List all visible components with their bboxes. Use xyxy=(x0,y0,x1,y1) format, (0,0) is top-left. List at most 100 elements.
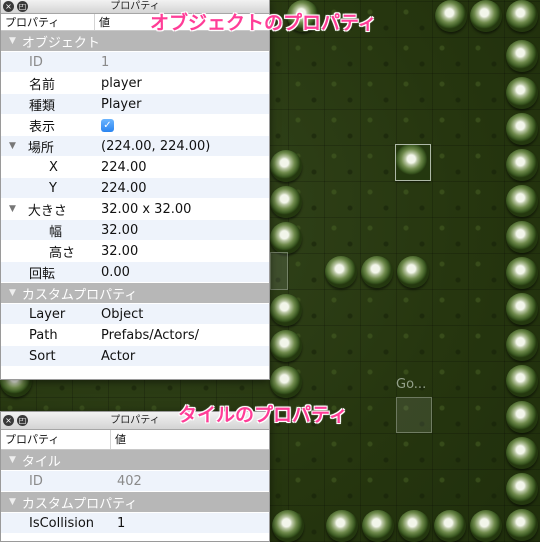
property-row-tile-id: ID 402 xyxy=(1,471,269,492)
bush-tile xyxy=(506,40,538,72)
close-icon[interactable]: × xyxy=(3,415,14,426)
section-tile[interactable]: ▼ タイル xyxy=(1,450,269,471)
property-label: X xyxy=(49,159,58,175)
property-label: 表示 xyxy=(29,119,56,135)
property-label: 場所 xyxy=(27,140,54,156)
window-title: プロパティ xyxy=(110,415,160,426)
bush-tile xyxy=(506,365,538,397)
bush-tile xyxy=(506,77,538,109)
property-label: 幅 xyxy=(49,224,63,240)
disclosure-triangle-icon[interactable]: ▼ xyxy=(9,141,16,151)
section-custom-properties[interactable]: ▼ カスタムプロパティ xyxy=(1,283,269,304)
property-label: Y xyxy=(49,180,57,196)
rotation-field[interactable]: 0.00 xyxy=(95,262,269,282)
property-label: 名前 xyxy=(29,77,56,93)
section-custom-properties[interactable]: ▼ カスタムプロパティ xyxy=(1,492,269,513)
map-object-label: Go... xyxy=(396,377,427,392)
bush-tile xyxy=(435,0,467,32)
bush-tile xyxy=(270,222,302,254)
property-row-rotation[interactable]: 回転 0.00 xyxy=(1,262,269,283)
disclosure-triangle-icon[interactable]: ▼ xyxy=(9,497,16,507)
property-value: 402 xyxy=(117,473,142,489)
width-field[interactable]: 32.00 xyxy=(95,220,269,240)
property-label: ID xyxy=(29,473,43,489)
bush-tile xyxy=(270,150,302,182)
height-field[interactable]: 32.00 xyxy=(95,241,269,261)
position-field[interactable]: (224.00, 224.00) xyxy=(95,136,269,156)
property-label: 回転 xyxy=(29,266,56,282)
bush-tile xyxy=(506,149,538,181)
map-object-marker[interactable] xyxy=(396,397,432,433)
value-column-header[interactable]: 値 xyxy=(111,430,126,449)
bush-tile xyxy=(470,0,502,32)
name-field[interactable]: player xyxy=(95,73,269,93)
bush-tile xyxy=(272,510,304,542)
property-value: 1 xyxy=(101,54,110,70)
column-header: プロパティ 値 xyxy=(1,430,269,450)
size-field[interactable]: 32.00 x 32.00 xyxy=(95,199,269,219)
bush-tile xyxy=(270,186,302,218)
bush-tile xyxy=(506,257,538,289)
property-column-header[interactable]: プロパティ xyxy=(1,430,111,449)
property-row-y[interactable]: Y 224.00 xyxy=(1,178,269,199)
bush-tile xyxy=(270,330,302,362)
bush-tile xyxy=(325,256,357,288)
property-label: Layer xyxy=(29,306,66,322)
detach-icon[interactable]: ◰ xyxy=(17,415,28,426)
bush-tile xyxy=(397,256,429,288)
disclosure-triangle-icon[interactable]: ▼ xyxy=(9,36,16,46)
property-label: 種類 xyxy=(29,98,56,114)
property-row-id: ID 1 xyxy=(1,52,269,73)
bush-tile xyxy=(506,221,538,253)
x-field[interactable]: 224.00 xyxy=(95,157,269,177)
property-column-header[interactable]: プロパティ xyxy=(1,14,95,30)
section-object-label: オブジェクト xyxy=(21,35,100,51)
bush-tile xyxy=(270,366,302,398)
value-column-header[interactable]: 値 xyxy=(95,14,110,30)
property-row-sort[interactable]: Sort Actor xyxy=(1,346,269,367)
bush-tile xyxy=(506,329,538,361)
section-custom-label: カスタムプロパティ xyxy=(21,287,138,303)
property-row-iscollision[interactable]: IsCollision 1 xyxy=(1,513,269,534)
property-row-size[interactable]: ▼ 大きさ 32.00 x 32.00 xyxy=(1,199,269,220)
bush-tile xyxy=(362,510,394,542)
property-row-width[interactable]: 幅 32.00 xyxy=(1,220,269,241)
property-row-position[interactable]: ▼ 場所 (224.00, 224.00) xyxy=(1,136,269,157)
bush-tile xyxy=(506,293,538,325)
y-field[interactable]: 224.00 xyxy=(95,178,269,198)
property-row-visible[interactable]: 表示 ✓ xyxy=(1,115,269,136)
bush-tile xyxy=(506,185,538,217)
visible-checkbox[interactable]: ✓ xyxy=(101,118,114,132)
bush-tile xyxy=(361,256,393,288)
property-label: ID xyxy=(29,54,43,70)
property-row-type[interactable]: 種類 Player xyxy=(1,94,269,115)
property-row-x[interactable]: X 224.00 xyxy=(1,157,269,178)
bush-tile xyxy=(434,510,466,542)
bush-tile xyxy=(506,473,538,505)
player-object[interactable] xyxy=(395,144,431,181)
disclosure-triangle-icon[interactable]: ▼ xyxy=(9,204,16,214)
property-row-height[interactable]: 高さ 32.00 xyxy=(1,241,269,262)
bush-tile xyxy=(506,113,538,145)
tile-properties-panel: × ◰ プロパティ プロパティ 値 ▼ タイル ID 402 ▼ カスタムプロパ… xyxy=(0,411,270,542)
property-label: 高さ xyxy=(49,245,76,261)
bush-tile xyxy=(398,510,430,542)
sort-field[interactable]: Actor xyxy=(95,346,269,366)
path-field[interactable]: Prefabs/Actors/ xyxy=(95,325,269,345)
property-row-layer[interactable]: Layer Object xyxy=(1,304,269,325)
iscollision-field[interactable]: 1 xyxy=(111,513,269,533)
property-row-path[interactable]: Path Prefabs/Actors/ xyxy=(1,325,269,346)
bush-tile xyxy=(506,509,538,541)
disclosure-triangle-icon[interactable]: ▼ xyxy=(9,455,16,465)
property-label: Path xyxy=(29,327,58,343)
close-icon[interactable]: × xyxy=(3,1,14,12)
tile-properties-callout: タイルのプロパティ xyxy=(178,404,348,426)
type-field[interactable]: Player xyxy=(95,94,269,114)
layer-field[interactable]: Object xyxy=(95,304,269,324)
property-label: 大きさ xyxy=(27,203,67,219)
property-row-name[interactable]: 名前 player xyxy=(1,73,269,94)
bush-tile xyxy=(326,510,358,542)
disclosure-triangle-icon[interactable]: ▼ xyxy=(9,288,16,298)
bush-tile xyxy=(506,0,538,32)
detach-icon[interactable]: ◰ xyxy=(17,1,28,12)
